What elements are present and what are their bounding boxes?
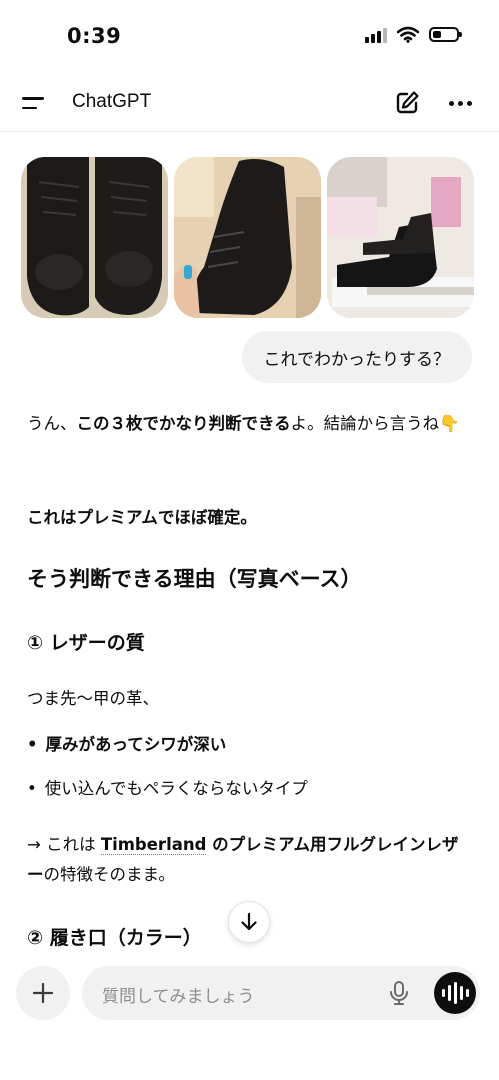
voice-mode-icon[interactable] xyxy=(434,972,476,1014)
status-time: 0:39 xyxy=(67,24,122,48)
paragraph-text: → これは xyxy=(27,835,101,854)
plus-glyph xyxy=(32,982,54,1004)
more-icon[interactable] xyxy=(449,89,477,117)
status-bar: 0:39 xyxy=(0,0,499,74)
assistant-paragraph-1: うん、この３枚でかなり判断できるよ。結論から言うね👇 xyxy=(27,409,472,439)
boots-photo-3[interactable] xyxy=(327,157,474,318)
subsection-heading-leather: ① レザーの質 xyxy=(27,632,145,654)
image-attachments xyxy=(21,157,474,318)
edit-icon[interactable] xyxy=(393,89,421,117)
paragraph-text: の特徴そのまま。 xyxy=(43,865,175,884)
app-header: ChatGPT xyxy=(0,74,499,132)
app-title[interactable]: ChatGPT xyxy=(72,91,151,113)
message-input[interactable]: 質問してみましょう xyxy=(82,966,480,1020)
paragraph-text: よ。結論から言うね xyxy=(290,414,440,433)
battery-icon xyxy=(429,27,462,42)
mic-icon[interactable] xyxy=(385,979,413,1007)
cellular-signal-icon xyxy=(365,27,387,43)
boots-photo-2[interactable] xyxy=(174,157,321,318)
menu-icon[interactable] xyxy=(22,88,52,118)
assistant-paragraph-3: つま先〜甲の革、 xyxy=(27,689,159,708)
paragraph-text: うん、 xyxy=(27,414,77,433)
arrow-down-glyph xyxy=(241,912,257,931)
arrow-down-icon[interactable] xyxy=(228,901,270,943)
bullet-item: 厚みがあってシワが深い xyxy=(27,730,472,760)
section-heading: そう判断できる理由（写真ベース） xyxy=(27,567,362,591)
bold-text: この３枚でかなり判断できる xyxy=(76,414,291,433)
status-icons xyxy=(365,26,462,43)
bullet-item: 使い込んでもペラくならないタイプ xyxy=(27,774,472,804)
user-message: これでわかったりする？ xyxy=(241,331,472,383)
plus-icon[interactable] xyxy=(16,966,70,1020)
assistant-conclusion: これはプレミアムでほぼ確定。 xyxy=(27,508,257,527)
boots-photo-1[interactable] xyxy=(21,157,168,318)
pointing-down-emoji: 👇 xyxy=(439,414,460,433)
assistant-paragraph-4: → これは Timberland のプレミアム用フルグレインレザーの特徴そのまま… xyxy=(27,830,472,890)
wifi-icon xyxy=(397,26,419,43)
brand-link[interactable]: Timberland xyxy=(100,835,207,855)
input-placeholder: 質問してみましょう xyxy=(102,987,255,1007)
